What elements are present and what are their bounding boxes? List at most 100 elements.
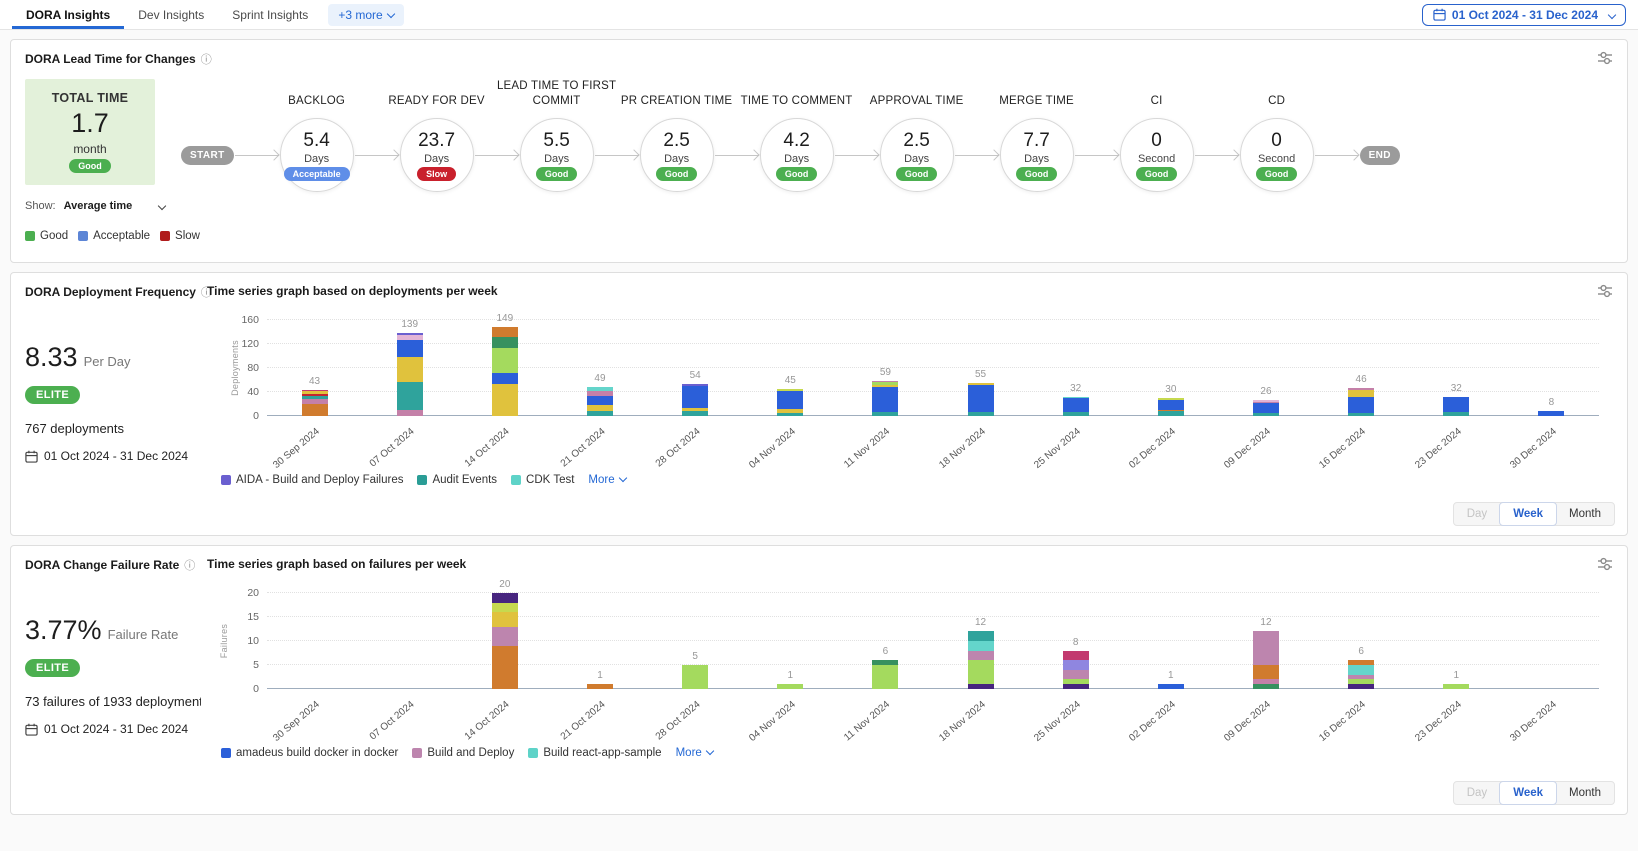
bar-30-sep-2024[interactable] xyxy=(302,390,328,416)
stage-status-badge: Acceptable xyxy=(284,167,350,181)
deploy-legend: AIDA - Build and Deploy FailuresAudit Ev… xyxy=(221,474,1613,520)
bar-value-label: 55 xyxy=(975,369,986,380)
bar-25-nov-2024[interactable] xyxy=(1063,397,1089,416)
total-time-value: 1.7 xyxy=(71,108,109,139)
stage-value: 5.4 xyxy=(303,130,329,152)
bar-04-nov-2024[interactable] xyxy=(777,389,803,416)
info-icon[interactable]: ⓘ xyxy=(201,51,212,67)
bar-02-dec-2024[interactable] xyxy=(1158,398,1184,416)
bar-28-oct-2024[interactable] xyxy=(682,384,708,416)
toggle-month-button[interactable]: Month xyxy=(1556,782,1614,804)
flow-arrow-icon xyxy=(1315,155,1359,156)
toggle-month-button[interactable]: Month xyxy=(1556,503,1614,525)
tab-dora-insights[interactable]: DORA Insights xyxy=(12,0,124,29)
legend-swatch-icon xyxy=(412,748,422,758)
stage-ci[interactable]: CI0SecondGood xyxy=(1120,118,1194,192)
stage-time-to-comment[interactable]: TIME TO COMMENT4.2DaysGood xyxy=(760,118,834,192)
legend-item: Slow xyxy=(160,230,200,242)
stage-status-badge: Good xyxy=(776,167,818,181)
bar-21-oct-2024[interactable] xyxy=(587,684,613,689)
stage-ready-for-dev[interactable]: READY FOR DEV23.7DaysSlow xyxy=(400,118,474,192)
bar-09-dec-2024[interactable] xyxy=(1253,400,1279,416)
bar-11-nov-2024[interactable] xyxy=(872,381,898,416)
total-time-heading: TOTAL TIME xyxy=(52,91,129,105)
stage-circle: 0SecondGood xyxy=(1120,118,1194,192)
stage-merge-time[interactable]: MERGE TIME7.7DaysGood xyxy=(1000,118,1074,192)
bar-segment xyxy=(492,348,518,373)
bar-slot: 5518 Nov 2024 xyxy=(933,320,1028,416)
toggle-day-button[interactable]: Day xyxy=(1454,782,1500,804)
bar-21-oct-2024[interactable] xyxy=(587,387,613,416)
date-range-button[interactable]: 01 Oct 2024 - 31 Dec 2024 xyxy=(1422,4,1626,26)
bar-segment xyxy=(587,411,613,416)
pipeline: STARTBACKLOG5.4DaysAcceptableREADY FOR D… xyxy=(181,67,1613,195)
bar-23-dec-2024[interactable] xyxy=(1443,684,1469,689)
x-tick-label: 21 Oct 2024 xyxy=(558,426,607,469)
flow-arrow-icon xyxy=(955,155,999,156)
bar-11-nov-2024[interactable] xyxy=(872,660,898,689)
total-time-card: TOTAL TIME 1.7 month Good xyxy=(25,79,155,185)
failure-granularity-toggle: Day Week Month xyxy=(1453,781,1615,805)
date-range-label: 01 Oct 2024 - 31 Dec 2024 xyxy=(1452,8,1598,22)
tab-sprint-insights[interactable]: Sprint Insights xyxy=(218,0,322,29)
bar-14-oct-2024[interactable] xyxy=(492,593,518,689)
bar-07-oct-2024[interactable] xyxy=(397,333,423,416)
chart-plot-area: 05101520Failures30 Sep 202407 Oct 202420… xyxy=(267,593,1599,689)
stage-pr-creation-time[interactable]: PR CREATION TIME2.5DaysGood xyxy=(640,118,714,192)
stage-lead-time-to-first-commit[interactable]: LEAD TIME TO FIRST COMMIT5.5DaysGood xyxy=(520,118,594,192)
bar-slot: 121 Oct 2024 xyxy=(552,593,647,689)
failure-stats: 3.77%Failure Rate ELITE 73 failures of 1… xyxy=(25,573,201,793)
bar-value-label: 1 xyxy=(787,670,793,681)
lead-time-title: DORA Lead Time for Changes xyxy=(25,52,196,66)
y-tick-label: 10 xyxy=(229,635,259,647)
legend-swatch-icon xyxy=(221,475,231,485)
x-tick-label: 07 Oct 2024 xyxy=(368,426,417,469)
panel-settings-button[interactable] xyxy=(1597,51,1613,65)
y-axis-label: Failures xyxy=(219,624,229,658)
panel-settings-button[interactable] xyxy=(1597,557,1613,571)
bar-slot: 528 Oct 2024 xyxy=(648,593,743,689)
stage-approval-time[interactable]: APPROVAL TIME2.5DaysGood xyxy=(880,118,954,192)
bar-segment xyxy=(1158,411,1184,416)
tab-dev-insights[interactable]: Dev Insights xyxy=(124,0,218,29)
bar-value-label: 32 xyxy=(1451,383,1462,394)
show-dropdown[interactable]: Show: Average time xyxy=(25,200,165,212)
bar-slot: 5911 Nov 2024 xyxy=(838,320,933,416)
bar-value-label: 6 xyxy=(883,646,889,657)
toggle-day-button[interactable]: Day xyxy=(1454,503,1500,525)
stage-value: 2.5 xyxy=(663,130,689,152)
bar-16-dec-2024[interactable] xyxy=(1348,388,1374,416)
bar-segment xyxy=(492,373,518,384)
toggle-week-button[interactable]: Week xyxy=(1499,502,1557,526)
bar-09-dec-2024[interactable] xyxy=(1253,631,1279,689)
bar-value-label: 8 xyxy=(1073,637,1079,648)
x-tick-label: 23 Dec 2024 xyxy=(1413,699,1464,744)
total-time-column: TOTAL TIME 1.7 month Good Show: Average … xyxy=(25,67,177,242)
stage-backlog[interactable]: BACKLOG5.4DaysAcceptable xyxy=(280,118,354,192)
stage-cd[interactable]: CD0SecondGood xyxy=(1240,118,1314,192)
bar-14-oct-2024[interactable] xyxy=(492,327,518,416)
x-tick-label: 18 Nov 2024 xyxy=(937,699,988,744)
x-tick-label: 02 Dec 2024 xyxy=(1127,699,1178,744)
bar-25-nov-2024[interactable] xyxy=(1063,651,1089,689)
bar-23-dec-2024[interactable] xyxy=(1443,397,1469,416)
bar-18-nov-2024[interactable] xyxy=(968,383,994,416)
bar-18-nov-2024[interactable] xyxy=(968,631,994,689)
bar-02-dec-2024[interactable] xyxy=(1158,684,1184,689)
bar-segment xyxy=(968,631,994,641)
info-icon[interactable]: ⓘ xyxy=(184,557,195,573)
bar-16-dec-2024[interactable] xyxy=(1348,660,1374,689)
toggle-week-button[interactable]: Week xyxy=(1499,781,1557,805)
bar-30-dec-2024[interactable] xyxy=(1538,411,1564,416)
legend-more-link[interactable]: More xyxy=(676,747,713,759)
bar-segment xyxy=(968,385,994,413)
bar-28-oct-2024[interactable] xyxy=(682,665,708,689)
bar-04-nov-2024[interactable] xyxy=(777,684,803,689)
legend-more-link[interactable]: More xyxy=(588,474,625,486)
more-tabs-button[interactable]: +3 more xyxy=(328,4,403,26)
panel-settings-button[interactable] xyxy=(1597,284,1613,298)
bar-slot: 830 Dec 2024 xyxy=(1504,320,1599,416)
bar-segment xyxy=(492,612,518,626)
bar-segment xyxy=(872,387,898,412)
stage-value: 4.2 xyxy=(783,130,809,152)
